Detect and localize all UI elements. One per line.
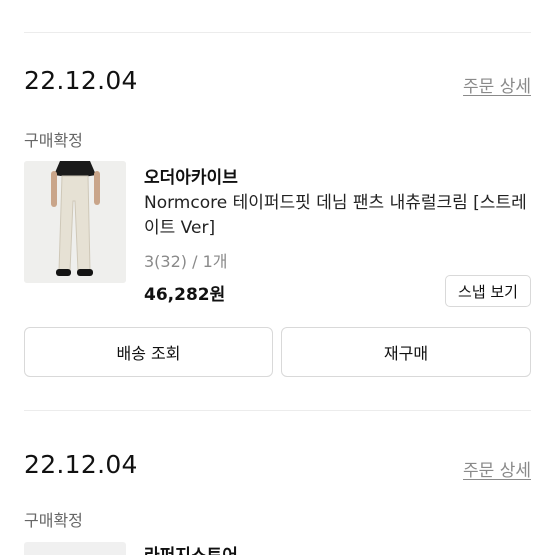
product-price: 46,282원 — [144, 285, 226, 305]
product-image — [24, 161, 126, 283]
order-status: 구매확정 — [24, 131, 83, 150]
order-status: 구매확정 — [24, 511, 83, 530]
brand-name: 라퍼지스토어 — [144, 541, 238, 555]
track-delivery-button[interactable]: 배송 조회 — [24, 327, 273, 377]
top-divider — [24, 32, 531, 33]
product-thumbnail[interactable] — [24, 542, 126, 555]
product-thumbnail[interactable] — [24, 161, 126, 283]
snap-view-button[interactable]: 스냅 보기 — [445, 275, 531, 307]
brand-name: 오더아카이브 — [144, 168, 238, 188]
product-name[interactable]: Normcore 테이퍼드핏 데님 팬츠 내츄럴크림 [스트레이트 Ver] — [144, 191, 530, 241]
order-date: 22.12.04 — [24, 66, 138, 95]
order-date: 22.12.04 — [24, 450, 138, 479]
order-divider — [24, 410, 531, 411]
order-detail-link[interactable]: 주문 상세 — [463, 72, 531, 97]
order-detail-link[interactable]: 주문 상세 — [463, 456, 531, 481]
product-option: 3(32) / 1개 — [144, 252, 228, 271]
rebuy-button[interactable]: 재구매 — [281, 327, 531, 377]
